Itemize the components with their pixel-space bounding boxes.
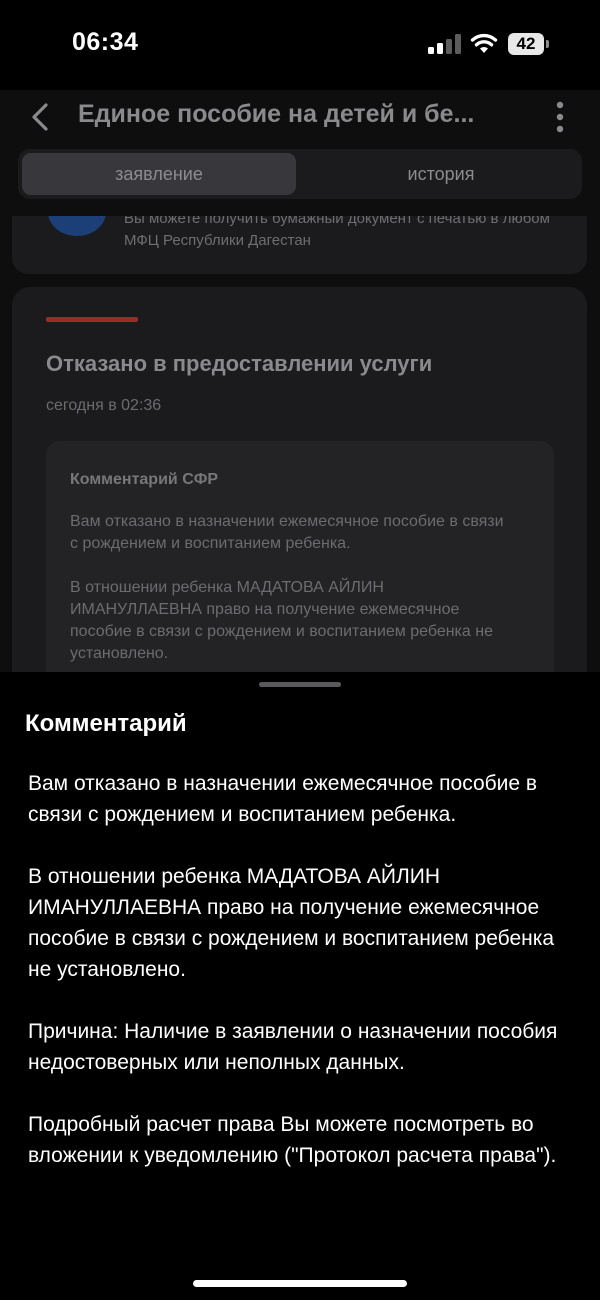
status-card: Отказано в предоставлении услуги сегодня… — [12, 287, 587, 672]
wifi-icon — [470, 33, 498, 53]
mfc-logo-icon — [48, 216, 106, 236]
mfc-info-card: Вы можете получить бумажный документ с п… — [12, 216, 587, 274]
tab-history[interactable]: история — [300, 149, 582, 199]
comment-preview-paragraph: Вам отказано в назначении ежемесячное по… — [70, 513, 504, 552]
page-title: Единое пособие на детей и бе... — [78, 100, 475, 128]
sheet-paragraph: В отношении ребенка МАДАТОВА АЙЛИН ИМАНУ… — [28, 865, 555, 981]
sheet-title: Комментарий — [25, 710, 187, 737]
status-time: 06:34 — [72, 28, 139, 56]
sheet-paragraph: Вам отказано в назначении ежемесячное по… — [28, 772, 538, 826]
comment-preview-text: Вам отказано в назначении ежемесячное по… — [70, 511, 510, 672]
status-bar: 06:34 42 — [0, 0, 600, 90]
comment-sheet: Комментарий Вам отказано в назначении еж… — [0, 672, 600, 1300]
battery-level: 42 — [508, 33, 544, 55]
mfc-info-text: Вы можете получить бумажный документ с п… — [124, 216, 550, 249]
status-date: сегодня в 02:36 — [46, 397, 162, 414]
battery-icon: 42 — [508, 33, 549, 55]
comment-preview[interactable]: Комментарий СФР Вам отказано в назначени… — [46, 441, 554, 672]
comment-preview-paragraph: В отношении ребенка МАДАТОВА АЙЛИН ИМАНУ… — [70, 579, 493, 662]
status-title: Отказано в предоставлении услуги — [46, 351, 433, 376]
sheet-body: Вам отказано в назначении ежемесячное по… — [28, 768, 576, 1202]
cellular-signal-icon — [428, 34, 461, 54]
sheet-paragraph: Причина: Наличие в заявлении о назначени… — [28, 1020, 558, 1074]
home-indicator[interactable] — [193, 1280, 407, 1287]
navigation-bar: Единое пособие на детей и бе... — [0, 90, 600, 144]
comment-preview-title: Комментарий СФР — [70, 471, 219, 488]
tab-application[interactable]: заявление — [18, 149, 300, 199]
sheet-paragraph: Подробный расчет права Вы можете посмотр… — [28, 1113, 557, 1167]
chevron-left-icon[interactable] — [28, 102, 52, 132]
more-vertical-icon[interactable] — [554, 100, 566, 134]
tab-switcher: заявление история — [18, 149, 582, 199]
sheet-grabber[interactable] — [259, 682, 341, 687]
status-accent-bar — [46, 317, 138, 322]
background-screen: Единое пособие на детей и бе... заявлени… — [0, 90, 600, 672]
